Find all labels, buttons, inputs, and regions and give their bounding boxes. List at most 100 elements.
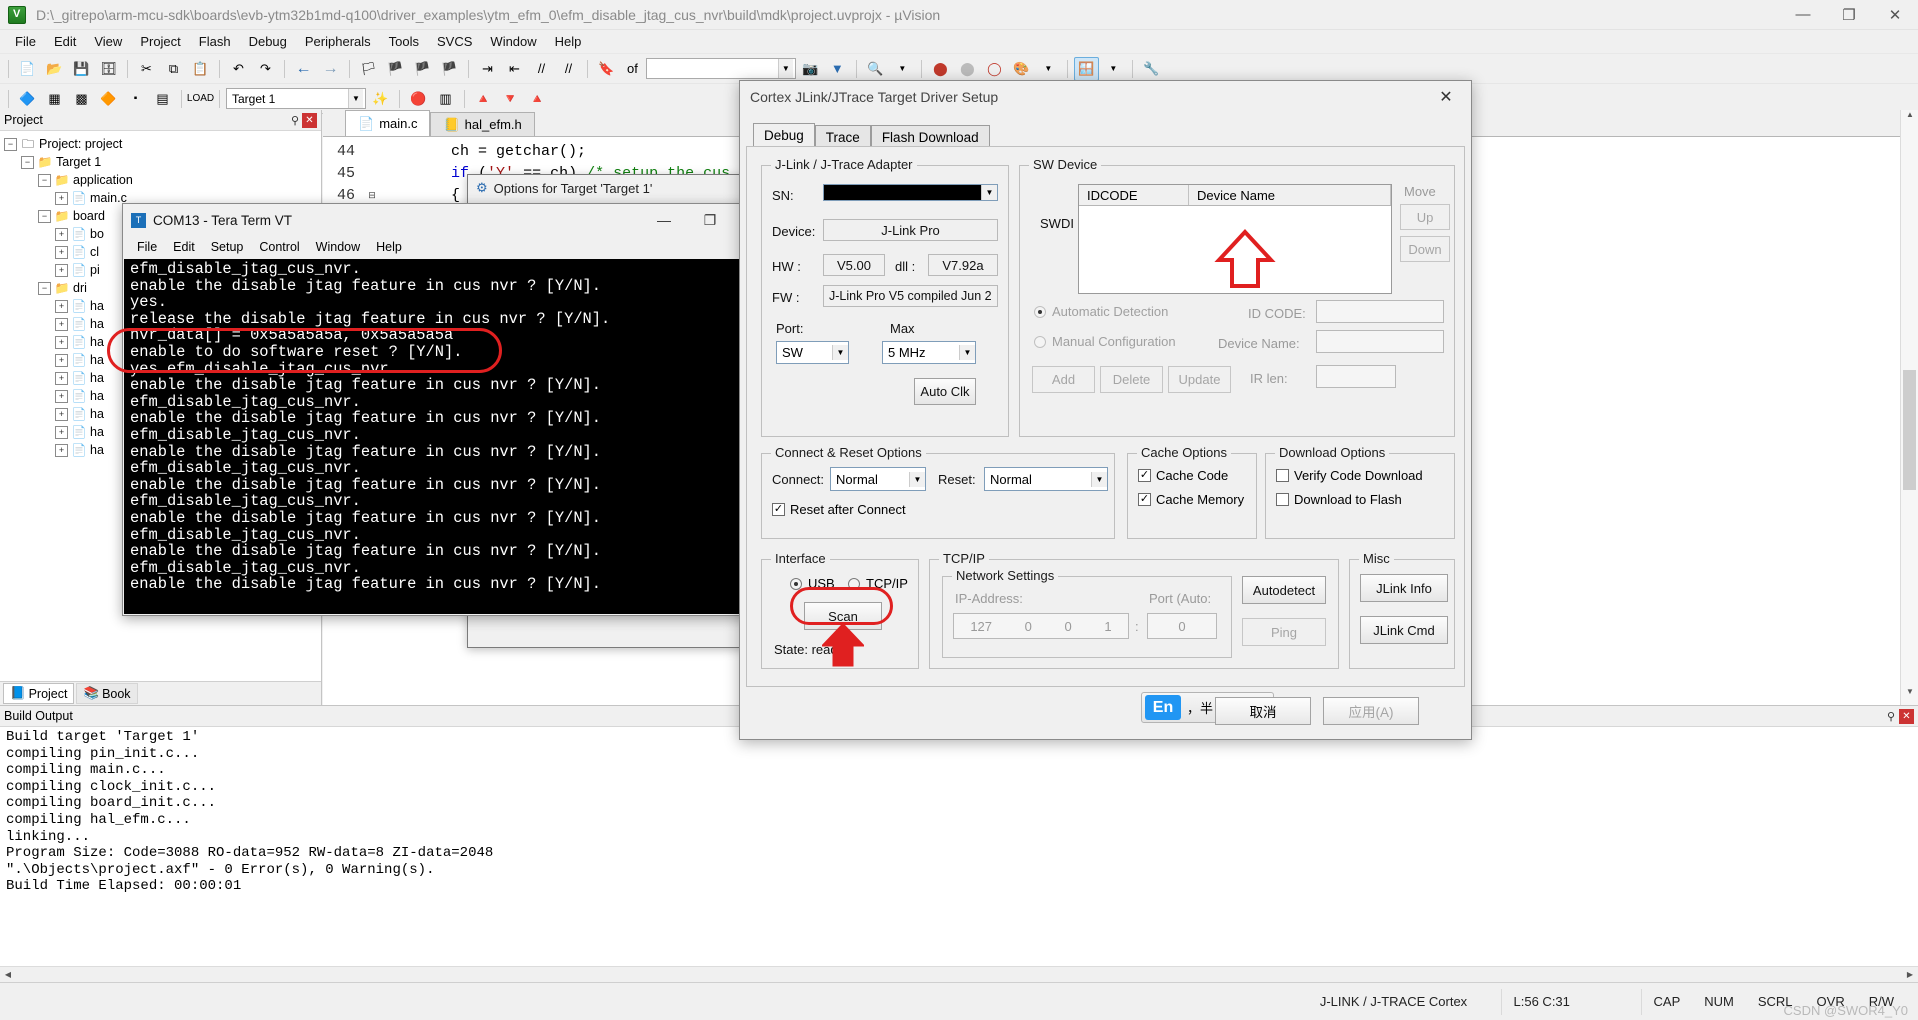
color-dropdown-icon[interactable]: ▼ xyxy=(1036,57,1061,81)
down-button[interactable]: Down xyxy=(1400,236,1450,262)
editor-tab-hal-efm-h[interactable]: 📒 hal_efm.h xyxy=(430,112,534,136)
automatic-detection-radio[interactable]: Automatic Detection xyxy=(1034,304,1168,319)
pin-icon[interactable]: ⚲ xyxy=(1887,710,1895,723)
zoom-dropdown-icon[interactable]: ▼ xyxy=(890,57,915,81)
download-icon[interactable]: ▤ xyxy=(150,87,175,111)
close-icon[interactable]: ✕ xyxy=(1431,84,1461,110)
ir-len-field[interactable] xyxy=(1316,365,1396,388)
expand-icon[interactable]: + xyxy=(55,354,68,367)
svcs-checkin-icon[interactable]: 🔺 xyxy=(471,87,496,111)
maximize-button[interactable]: ❐ xyxy=(1826,0,1872,30)
tree-item[interactable]: −📁Target 1 xyxy=(4,153,321,171)
expand-icon[interactable]: + xyxy=(55,390,68,403)
max-clock-select[interactable]: 5 MHz ▼ xyxy=(882,341,976,364)
close-icon[interactable]: ✕ xyxy=(1899,709,1914,724)
svcs-checkout-icon[interactable]: 🔻 xyxy=(498,87,523,111)
translate-icon[interactable]: 🔷 xyxy=(15,87,40,111)
ime-language-indicator[interactable]: En xyxy=(1145,695,1181,720)
minimize-button[interactable]: — xyxy=(1780,0,1826,30)
jlink-info-button[interactable]: JLink Info xyxy=(1360,574,1448,602)
svcs-undo-icon[interactable]: 🔺 xyxy=(525,87,550,111)
insert-bookmark-icon[interactable]: 📷 xyxy=(798,57,823,81)
new-file-icon[interactable]: 📄 xyxy=(15,57,40,81)
menu-item-help[interactable]: Help xyxy=(546,31,591,52)
collapse-icon[interactable]: − xyxy=(38,174,51,187)
tab-flash-download[interactable]: Flash Download xyxy=(871,125,990,148)
cache-code-checkbox[interactable]: ✓ Cache Code xyxy=(1138,468,1228,483)
outdent-icon[interactable]: ⇤ xyxy=(502,57,527,81)
teraterm-menu-setup[interactable]: Setup xyxy=(203,238,252,256)
bookmark-toggle-icon[interactable]: 🏳 xyxy=(356,57,381,81)
reset-select[interactable]: Normal ▼ xyxy=(984,467,1108,491)
id-code-field[interactable] xyxy=(1316,300,1444,323)
menu-item-flash[interactable]: Flash xyxy=(190,31,240,52)
cut-icon[interactable]: ✂ xyxy=(134,57,159,81)
load-icon[interactable]: LOAD xyxy=(188,87,213,111)
ime-punctuation-mode[interactable]: ，半 xyxy=(1187,698,1213,717)
ip-address-field[interactable]: 127 0 0 1 xyxy=(953,613,1129,639)
rebuild-icon[interactable]: ▩ xyxy=(69,87,94,111)
tcpip-radio[interactable]: TCP/IP xyxy=(848,576,908,591)
tree-item[interactable]: −🗀Project: project xyxy=(4,135,321,153)
collapse-icon[interactable]: − xyxy=(4,138,17,151)
chevron-down-icon[interactable]: ▼ xyxy=(909,472,925,487)
kill-breakpoints-icon[interactable]: 🎨 xyxy=(1009,57,1034,81)
comment-icon[interactable]: // xyxy=(529,57,554,81)
teraterm-terminal[interactable]: efm_disable_jtag_cus_nvr. enable the dis… xyxy=(124,259,778,614)
device-table[interactable]: IDCODE Device Name xyxy=(1078,184,1392,294)
save-icon[interactable]: 💾 xyxy=(69,57,94,81)
ping-button[interactable]: Ping xyxy=(1242,618,1326,646)
port-field[interactable]: 0 xyxy=(1147,613,1217,639)
port-select[interactable]: SW ▼ xyxy=(776,341,849,364)
toolbar-search-combo[interactable]: ▼ xyxy=(646,58,796,79)
sn-select[interactable]: ▼ xyxy=(823,184,998,201)
collapse-icon[interactable]: − xyxy=(38,282,51,295)
menu-item-svcs[interactable]: SVCS xyxy=(428,31,481,52)
expand-icon[interactable]: + xyxy=(55,264,68,277)
up-button[interactable]: Up xyxy=(1400,204,1450,230)
bookmark-next-icon[interactable]: 🏴 xyxy=(410,57,435,81)
tab-debug[interactable]: Debug xyxy=(753,123,815,148)
scroll-left-icon[interactable]: ◀ xyxy=(0,970,16,979)
expand-icon[interactable]: + xyxy=(55,192,68,205)
editor-tab-main-c[interactable]: 📄 main.c xyxy=(345,110,430,136)
close-icon[interactable]: ✕ xyxy=(302,113,317,128)
navigate-forward-icon[interactable]: → xyxy=(318,57,343,81)
expand-icon[interactable]: + xyxy=(55,372,68,385)
chevron-down-icon[interactable]: ▼ xyxy=(348,89,363,108)
menu-item-peripherals[interactable]: Peripherals xyxy=(296,31,380,52)
close-button[interactable]: ✕ xyxy=(1872,0,1918,30)
indent-icon[interactable]: ⇥ xyxy=(475,57,500,81)
find-in-files-icon[interactable]: 🔖 xyxy=(594,57,619,81)
tab-books[interactable]: 📚 Book xyxy=(76,683,137,704)
copy-icon[interactable]: ⧉ xyxy=(161,57,186,81)
teraterm-menu-help[interactable]: Help xyxy=(368,238,410,256)
teraterm-menu-control[interactable]: Control xyxy=(251,238,307,256)
scroll-down-icon[interactable]: ▼ xyxy=(1901,687,1918,705)
editor-vertical-scrollbar[interactable]: ▲ ▼ xyxy=(1900,110,1918,705)
chevron-down-icon[interactable]: ▼ xyxy=(959,345,975,360)
chevron-down-icon[interactable]: ▼ xyxy=(981,185,997,200)
tab-trace[interactable]: Trace xyxy=(815,125,871,148)
scroll-right-icon[interactable]: ▶ xyxy=(1902,970,1918,979)
scan-button[interactable]: Scan xyxy=(804,602,882,630)
expand-icon[interactable]: + xyxy=(55,426,68,439)
manage-components-icon[interactable]: 🔴 xyxy=(406,87,431,111)
device-name-field[interactable] xyxy=(1316,330,1444,353)
apply-button[interactable]: 应用(A) xyxy=(1323,697,1419,725)
teraterm-menu-window[interactable]: Window xyxy=(308,238,368,256)
expand-icon[interactable]: + xyxy=(55,444,68,457)
menu-item-view[interactable]: View xyxy=(85,31,131,52)
menu-item-tools[interactable]: Tools xyxy=(380,31,428,52)
menu-item-window[interactable]: Window xyxy=(481,31,545,52)
disable-breakpoints-icon[interactable]: ◯ xyxy=(982,57,1007,81)
settings-wrench-icon[interactable]: 🔧 xyxy=(1139,57,1164,81)
save-all-icon[interactable]: 🗄 xyxy=(96,57,121,81)
update-button[interactable]: Update xyxy=(1168,366,1231,393)
expand-icon[interactable]: + xyxy=(55,246,68,259)
collapse-icon[interactable]: − xyxy=(21,156,34,169)
autodetect-button[interactable]: Autodetect xyxy=(1242,576,1326,604)
configuration-wizard-icon[interactable]: 🪟 xyxy=(1074,57,1099,81)
menu-item-file[interactable]: File xyxy=(6,31,45,52)
expand-icon[interactable]: + xyxy=(55,300,68,313)
